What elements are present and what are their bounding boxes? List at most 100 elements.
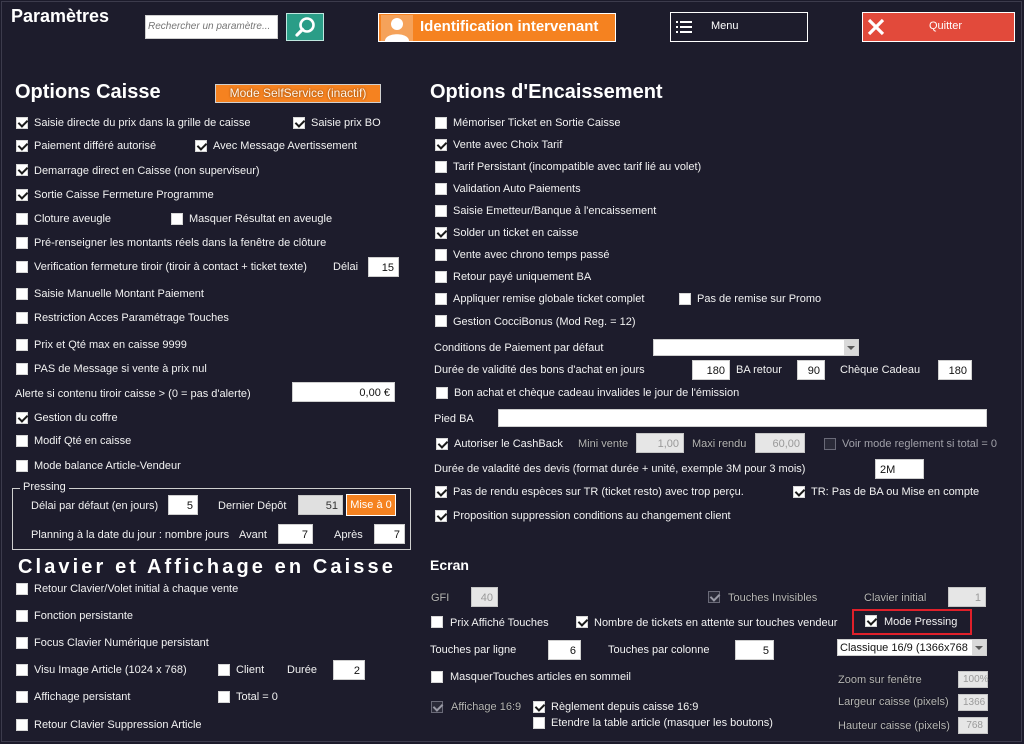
alerte-input[interactable]: 0,00 € [292,382,395,402]
avec-message-label: Avec Message Avertissement [213,140,357,152]
fonction-persistante-checkbox[interactable] [16,610,28,622]
nombre-tickets-checkbox[interactable] [576,616,588,628]
sortie-caisse-checkbox[interactable] [16,189,28,201]
voir-mode-checkbox[interactable] [824,438,836,450]
search-icon [295,17,315,37]
avant-label: Avant [239,529,267,541]
vente-choix-tarif-checkbox[interactable] [435,139,447,151]
affichage-persistant-checkbox[interactable] [16,691,28,703]
client-checkbox[interactable] [218,664,230,676]
gestion-coffre-checkbox[interactable] [16,412,28,424]
search-button[interactable] [286,13,324,41]
quit-button[interactable]: Quitter [862,12,1015,42]
memoriser-ticket-checkbox[interactable] [435,117,447,129]
gestion-coccibonus-checkbox[interactable] [435,315,447,327]
fonction-persistante-label: Fonction persistante [34,610,134,622]
retour-paye-checkbox[interactable] [435,271,447,283]
modif-qte-checkbox[interactable] [16,435,28,447]
clavier-initial-input[interactable]: 1 [948,587,986,607]
vente-chrono-checkbox[interactable] [435,249,447,261]
menu-icon [676,21,692,33]
validation-auto-label: Validation Auto Paiements [453,183,581,195]
section-title-caisse: Options Caisse [15,81,161,103]
retour-suppression-checkbox[interactable] [16,719,28,731]
pied-ba-input[interactable] [498,409,987,427]
saisie-prix-bo-checkbox[interactable] [293,117,305,129]
tarif-persistant-checkbox[interactable] [435,161,447,173]
largeur-input[interactable]: 1366 [958,694,988,711]
prix-qte-max-checkbox[interactable] [16,339,28,351]
mini-vente-label: Mini vente [578,438,629,450]
touches-invisibles-checkbox[interactable] [708,591,720,603]
mode-pressing-checkbox[interactable] [865,615,877,627]
masquer-resultat-checkbox[interactable] [171,213,183,225]
retour-suppression-label: Retour Clavier Suppression Article [34,719,202,731]
cheque-cadeau-input[interactable]: 180 [938,360,972,380]
mode-selfservice-button[interactable]: Mode SelfService (inactif) [215,84,381,103]
identification-button[interactable]: Identification intervenant [378,13,616,42]
nombre-tickets-label: Nombre de tickets en attente sur touches… [594,617,838,629]
saisie-emetteur-checkbox[interactable] [435,205,447,217]
solder-ticket-checkbox[interactable] [435,227,447,239]
pas-rendu-checkbox[interactable] [435,486,447,498]
avec-message-checkbox[interactable] [195,140,207,152]
tr-pas-ba-checkbox[interactable] [793,486,805,498]
masquer-touches-label: MasquerTouches articles en sommeil [450,671,631,683]
masquer-touches-checkbox[interactable] [431,671,443,683]
avant-input[interactable]: 7 [278,524,313,544]
mise-a-0-button[interactable]: Mise à 0 [346,494,396,516]
touches-colonne-input[interactable]: 5 [735,640,774,660]
retour-clavier-checkbox[interactable] [16,583,28,595]
settings-window: Paramètres Identification intervenant Me… [0,0,1024,744]
visu-image-checkbox[interactable] [16,664,28,676]
demarrage-direct-label: Demarrage direct en Caisse (non supervis… [34,165,260,177]
menu-button[interactable]: Menu [670,12,808,42]
prix-affiche-checkbox[interactable] [431,616,443,628]
restriction-acces-checkbox[interactable] [16,312,28,324]
duree-devis-input[interactable]: 2M [875,459,924,479]
conditions-dropdown[interactable] [653,339,859,356]
resolution-dropdown[interactable]: Classique 16/9 (1366x768 [837,639,987,656]
maxi-rendu-input[interactable]: 60,00 [755,433,805,453]
saisie-manuelle-checkbox[interactable] [16,288,28,300]
hauteur-input[interactable]: 768 [958,717,988,734]
identification-label: Identification intervenant [420,18,599,35]
search-input[interactable] [145,15,278,39]
pas-remise-promo-checkbox[interactable] [679,293,691,305]
ba-retour-input[interactable]: 90 [797,360,825,380]
verification-tiroir-checkbox[interactable] [16,261,28,273]
restriction-acces-label: Restriction Acces Paramétrage Touches [34,312,229,324]
proposition-suppression-label: Proposition suppression conditions au ch… [453,510,731,522]
zoom-label: Zoom sur fenêtre [838,674,922,686]
duree-label: Durée [287,664,317,676]
etendre-table-checkbox[interactable] [533,717,545,729]
cheque-cadeau-label: Chèque Cadeau [840,364,921,376]
autoriser-cashback-checkbox[interactable] [436,438,448,450]
validation-auto-checkbox[interactable] [435,183,447,195]
mode-balance-checkbox[interactable] [16,460,28,472]
duree-bons-input[interactable]: 180 [692,360,730,380]
touches-ligne-input[interactable]: 6 [548,640,581,660]
reglement-169-checkbox[interactable] [533,701,545,713]
gestion-coccibonus-label: Gestion CocciBonus (Mod Reg. = 12) [453,316,636,328]
zoom-input[interactable]: 100% [958,671,989,688]
delai-input[interactable]: 15 [368,257,399,277]
cloture-aveugle-checkbox[interactable] [16,213,28,225]
pre-renseigner-checkbox[interactable] [16,237,28,249]
saisie-directe-checkbox[interactable] [16,117,28,129]
total-zero-checkbox[interactable] [218,691,230,703]
apres-input[interactable]: 7 [374,524,405,544]
pressing-delai-input[interactable]: 5 [168,495,198,515]
paiement-differe-checkbox[interactable] [16,140,28,152]
pas-message-checkbox[interactable] [16,363,28,375]
affichage-169-checkbox[interactable] [431,701,443,713]
appliquer-remise-checkbox[interactable] [435,293,447,305]
quit-label: Quitter [929,20,963,32]
proposition-suppression-checkbox[interactable] [435,510,447,522]
duree-input[interactable]: 2 [333,660,365,680]
gfi-input[interactable]: 40 [471,587,498,607]
focus-clavier-checkbox[interactable] [16,637,28,649]
bon-achat-invalide-checkbox[interactable] [436,387,448,399]
mini-vente-input[interactable]: 1,00 [636,433,684,453]
demarrage-direct-checkbox[interactable] [16,164,28,176]
